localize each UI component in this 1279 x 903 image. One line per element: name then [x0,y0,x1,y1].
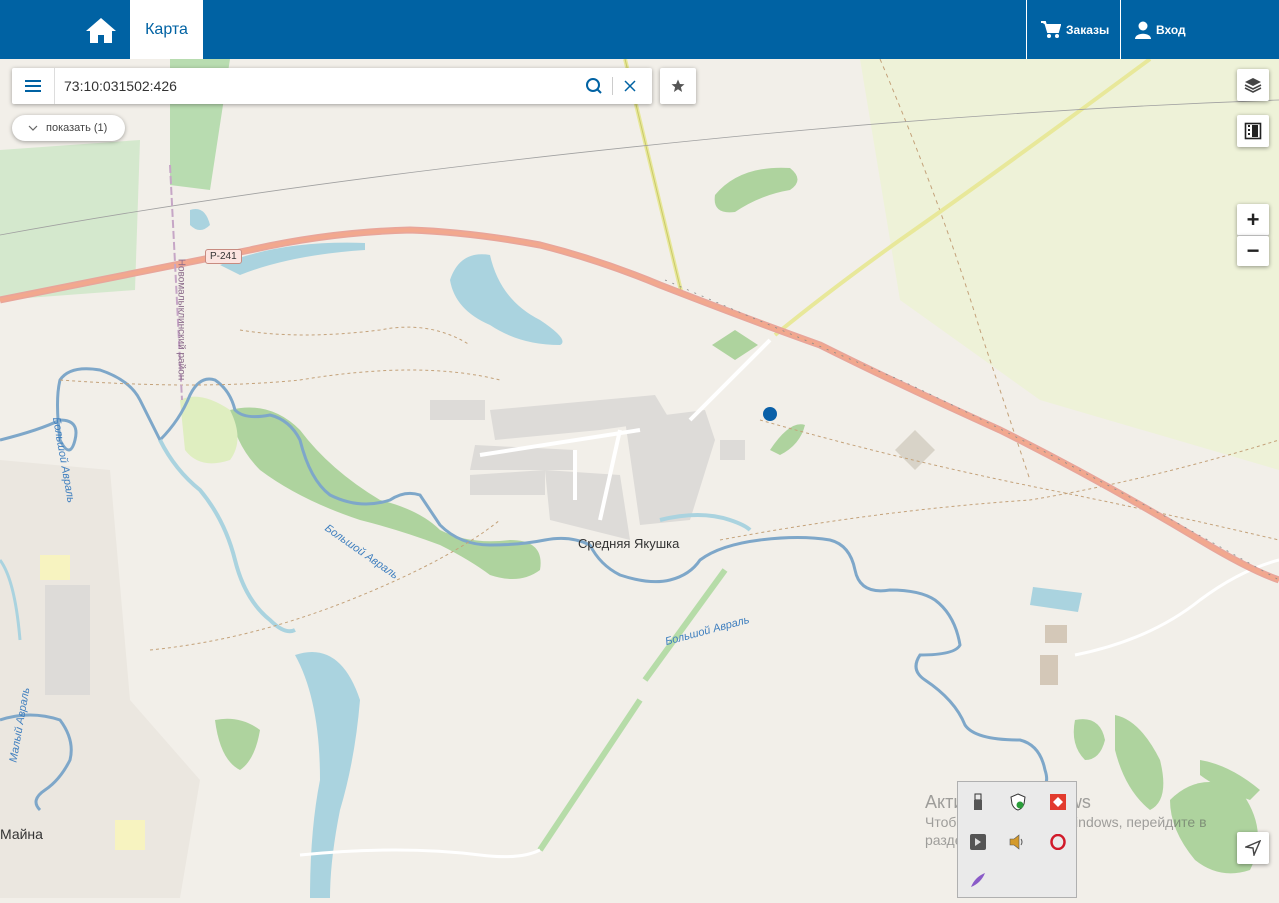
search-input[interactable] [64,76,564,96]
search-box [12,68,652,104]
filmstrip-button[interactable] [1237,115,1269,147]
opera-icon[interactable] [1048,832,1068,852]
orders-button[interactable]: Заказы [1026,0,1120,59]
orders-label: Заказы [1066,22,1110,37]
village-label: Средняя Якушка [578,536,680,551]
home-icon [86,17,116,43]
cart-icon [1041,20,1061,38]
zoom-out-button[interactable]: − [1237,236,1269,266]
locate-button[interactable] [1237,832,1269,864]
tab-map-label: Карта [145,20,188,38]
layers-icon [1244,78,1262,93]
map-canvas[interactable]: Средняя Якушка Майна Большой Авраль Боль… [0,57,1279,898]
usb-icon[interactable] [968,792,988,812]
speaker-icon[interactable] [1008,832,1028,852]
menu-button[interactable] [12,68,55,104]
zoom-out-label: − [1246,238,1260,263]
town-label: Майна [0,826,43,842]
locate-icon [1245,840,1261,856]
zoom-in-button[interactable]: + [1237,204,1269,236]
feather-icon[interactable] [968,870,988,890]
login-label: Вход [1156,22,1186,37]
favorite-button[interactable] [660,68,696,104]
clear-button[interactable] [620,76,640,96]
search-button[interactable] [584,76,606,96]
home-button[interactable] [78,0,124,59]
tab-map[interactable]: Карта [130,0,203,59]
search-icon [586,78,602,94]
system-tray-overflow [957,781,1077,898]
star-icon [671,79,685,92]
show-results-button[interactable]: показать (1) [12,115,125,141]
filmstrip-icon [1244,122,1262,140]
security-shield-icon[interactable] [1008,792,1028,812]
show-results-label: показать (1) [46,122,108,134]
close-icon [624,80,636,92]
separator [612,77,613,95]
login-button[interactable]: Вход [1120,0,1200,59]
menu-icon [25,80,41,92]
user-icon [1135,21,1151,39]
layers-button[interactable] [1237,69,1269,101]
app-tray-icon[interactable] [968,832,988,852]
location-marker[interactable] [763,407,777,421]
map-graphics [0,57,1279,898]
road-number-badge: Р-241 [205,249,242,264]
zoom-in-label: + [1246,206,1260,232]
chevron-down-icon [28,125,38,131]
top-bar: Карта Заказы Вход [0,0,1279,59]
anydesk-icon[interactable] [1048,792,1068,812]
district-label: Новомалыклинский район [175,258,187,381]
